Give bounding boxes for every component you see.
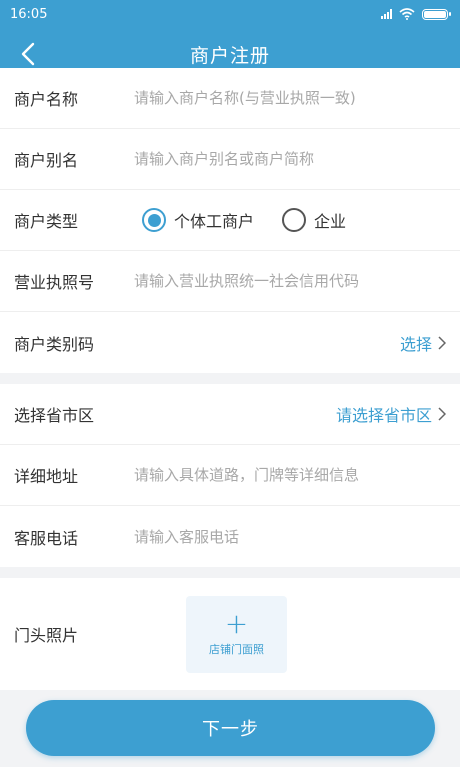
- wifi-icon: [399, 8, 415, 20]
- photo-section: 门头照片 + 店铺门面照: [0, 578, 460, 690]
- radio-enterprise[interactable]: 企业: [282, 208, 346, 232]
- status-bar: 16:05: [0, 0, 460, 28]
- signal-icon: [381, 9, 392, 19]
- page-title: 商户注册: [189, 44, 270, 67]
- radio-checked-icon: [142, 208, 166, 232]
- address-label: 详细地址: [14, 467, 79, 486]
- region-select[interactable]: 请选择省市区: [336, 402, 446, 426]
- storefront-photo-label: 门头照片: [14, 626, 79, 645]
- plus-icon: +: [224, 607, 249, 640]
- merchant-alias-input[interactable]: [134, 150, 446, 168]
- service-phone-input[interactable]: [134, 527, 446, 546]
- storefront-photo-row: 门头照片 + 店铺门面照: [0, 578, 460, 690]
- license-number-input[interactable]: [134, 272, 446, 290]
- merchant-type-row: 商户类型 个体工商户 企业: [0, 190, 460, 251]
- radio-unchecked-icon: [282, 208, 307, 232]
- merchant-alias-row: 商户别名: [0, 129, 460, 190]
- storefront-photo-upload[interactable]: + 店铺门面照: [186, 595, 287, 673]
- merchant-name-row: 商户名称: [0, 68, 460, 129]
- merchant-alias-label: 商户别名: [14, 151, 79, 170]
- chevron-right-icon: [438, 335, 446, 350]
- chevron-right-icon: [438, 407, 446, 421]
- license-number-row: 营业执照号: [0, 251, 460, 312]
- next-button[interactable]: 下一步: [26, 700, 435, 756]
- chevron-left-icon: [21, 42, 35, 66]
- category-code-select[interactable]: 选择: [400, 331, 446, 355]
- category-code-row[interactable]: 商户类别码 选择: [0, 312, 460, 373]
- license-number-label: 营业执照号: [14, 273, 95, 292]
- category-code-label: 商户类别码: [14, 334, 95, 354]
- radio-individual[interactable]: 个体工商户: [142, 208, 254, 232]
- merchant-name-input[interactable]: [134, 89, 446, 107]
- status-icons: [381, 8, 451, 20]
- region-select-label: 请选择省市区: [335, 406, 432, 425]
- status-time: 16:05: [10, 6, 48, 22]
- region-row[interactable]: 选择省市区 请选择省市区: [0, 384, 460, 445]
- radio-enterprise-label: 企业: [314, 212, 347, 231]
- region-label: 选择省市区: [14, 406, 95, 425]
- address-row: 详细地址: [0, 445, 460, 506]
- service-phone-row: 客服电话: [0, 506, 460, 567]
- upload-hint: 店铺门面照: [209, 643, 264, 656]
- merchant-info-section: 商户名称 商户别名 商户类型 个体工商户 企业 营业执照号 商户类别码 选择: [0, 68, 460, 373]
- merchant-name-label: 商户名称: [14, 90, 79, 109]
- category-code-select-label: 选择: [399, 334, 432, 354]
- battery-icon: [422, 8, 451, 20]
- back-button[interactable]: [12, 38, 44, 70]
- address-section: 选择省市区 请选择省市区 详细地址 客服电话: [0, 384, 460, 567]
- radio-individual-label: 个体工商户: [174, 212, 255, 231]
- address-input[interactable]: [134, 466, 446, 484]
- service-phone-label: 客服电话: [14, 528, 79, 548]
- merchant-type-radio-group: 个体工商户 企业: [142, 208, 374, 232]
- merchant-type-label: 商户类型: [14, 212, 79, 231]
